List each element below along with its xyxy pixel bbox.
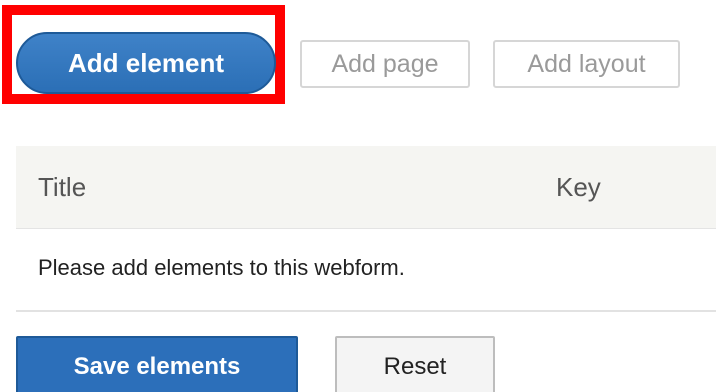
reset-button[interactable]: Reset bbox=[335, 336, 495, 392]
empty-message: Please add elements to this webform. bbox=[38, 255, 405, 280]
save-elements-button[interactable]: Save elements bbox=[16, 336, 298, 392]
elements-table: Title Key Please add elements to this we… bbox=[16, 146, 716, 312]
add-layout-button[interactable]: Add layout bbox=[493, 40, 680, 88]
column-header-key: Key bbox=[556, 172, 601, 202]
table-header: Title Key bbox=[16, 146, 716, 229]
column-header-title: Title bbox=[38, 172, 87, 202]
webform-elements-page: Add element Add page Add layout Title Ke… bbox=[0, 0, 716, 392]
table-row: Please add elements to this webform. bbox=[16, 229, 716, 312]
add-page-button[interactable]: Add page bbox=[300, 40, 470, 88]
add-element-button[interactable]: Add element bbox=[16, 32, 276, 94]
